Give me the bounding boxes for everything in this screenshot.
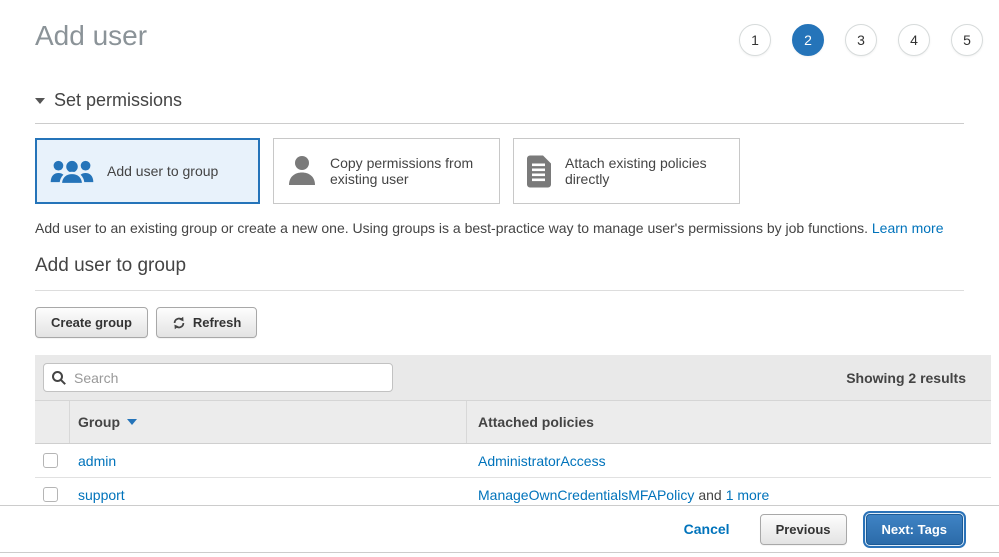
wizard-footer: Cancel Previous Next: Tags: [0, 505, 999, 553]
step-5[interactable]: 5: [951, 24, 983, 56]
row-checkbox[interactable]: [43, 453, 58, 468]
top-bar: Add user 1 2 3 4 5: [0, 0, 999, 56]
step-3[interactable]: 3: [845, 24, 877, 56]
group-cell: admin: [70, 444, 467, 477]
previous-button[interactable]: Previous: [760, 514, 847, 545]
more-policies-link[interactable]: 1 more: [726, 487, 770, 503]
step-1[interactable]: 1: [739, 24, 771, 56]
step-4[interactable]: 4: [898, 24, 930, 56]
refresh-button[interactable]: Refresh: [156, 307, 257, 338]
add-user-to-group-title: Add user to group: [35, 255, 964, 291]
option-label: Copy permissions from existing user: [330, 155, 487, 187]
header-checkbox-cell: [35, 401, 70, 443]
group-link[interactable]: support: [78, 487, 125, 503]
set-permissions-title: Set permissions: [54, 90, 182, 111]
page-title: Add user: [35, 20, 147, 52]
option-label: Add user to group: [107, 163, 218, 179]
option-copy-permissions[interactable]: Copy permissions from existing user: [273, 138, 500, 204]
results-count: Showing 2 results: [846, 370, 966, 386]
option-label: Attach existing policies directly: [565, 155, 727, 187]
user-group-icon: [49, 156, 95, 187]
refresh-icon: [172, 316, 186, 330]
document-icon: [526, 155, 553, 188]
policy-link[interactable]: ManageOwnCredentialsMFAPolicy: [478, 487, 694, 503]
sort-descending-icon: [127, 419, 137, 425]
search-input[interactable]: [43, 363, 393, 392]
attached-policies-column-label: Attached policies: [478, 414, 594, 430]
section-description: Add user to an existing group or create …: [35, 220, 964, 236]
policy-link[interactable]: AdministratorAccess: [478, 453, 606, 469]
row-checkbox-cell: [35, 444, 70, 477]
wizard-steps: 1 2 3 4 5: [739, 24, 983, 56]
refresh-label: Refresh: [193, 315, 241, 330]
group-link[interactable]: admin: [78, 453, 116, 469]
cancel-button[interactable]: Cancel: [684, 521, 730, 537]
search-icon: [51, 370, 67, 391]
table-header-row: Group Attached policies: [35, 401, 991, 444]
create-group-button[interactable]: Create group: [35, 307, 148, 338]
learn-more-link[interactable]: Learn more: [872, 220, 944, 236]
step-2-active[interactable]: 2: [792, 24, 824, 56]
policy-suffix-text: and: [698, 487, 721, 503]
user-icon: [286, 154, 318, 188]
collapse-icon: [35, 98, 45, 104]
policies-cell: AdministratorAccess: [467, 444, 991, 477]
groups-table: Showing 2 results Group Attached policie…: [35, 355, 991, 512]
option-add-user-to-group[interactable]: Add user to group: [35, 138, 260, 204]
column-header-attached-policies: Attached policies: [467, 401, 991, 443]
search-box: [43, 363, 393, 392]
row-checkbox[interactable]: [43, 487, 58, 502]
description-text: Add user to an existing group or create …: [35, 220, 868, 236]
set-permissions-header[interactable]: Set permissions: [35, 90, 964, 124]
group-actions: Create group Refresh: [35, 307, 964, 338]
option-attach-policies[interactable]: Attach existing policies directly: [513, 138, 740, 204]
group-column-label: Group: [78, 414, 120, 430]
next-tags-button[interactable]: Next: Tags: [866, 514, 964, 545]
table-toolbar: Showing 2 results: [35, 355, 991, 401]
permission-option-cards: Add user to group Copy permissions from …: [35, 138, 964, 204]
table-row: admin AdministratorAccess: [35, 444, 991, 478]
column-header-group[interactable]: Group: [70, 401, 467, 443]
